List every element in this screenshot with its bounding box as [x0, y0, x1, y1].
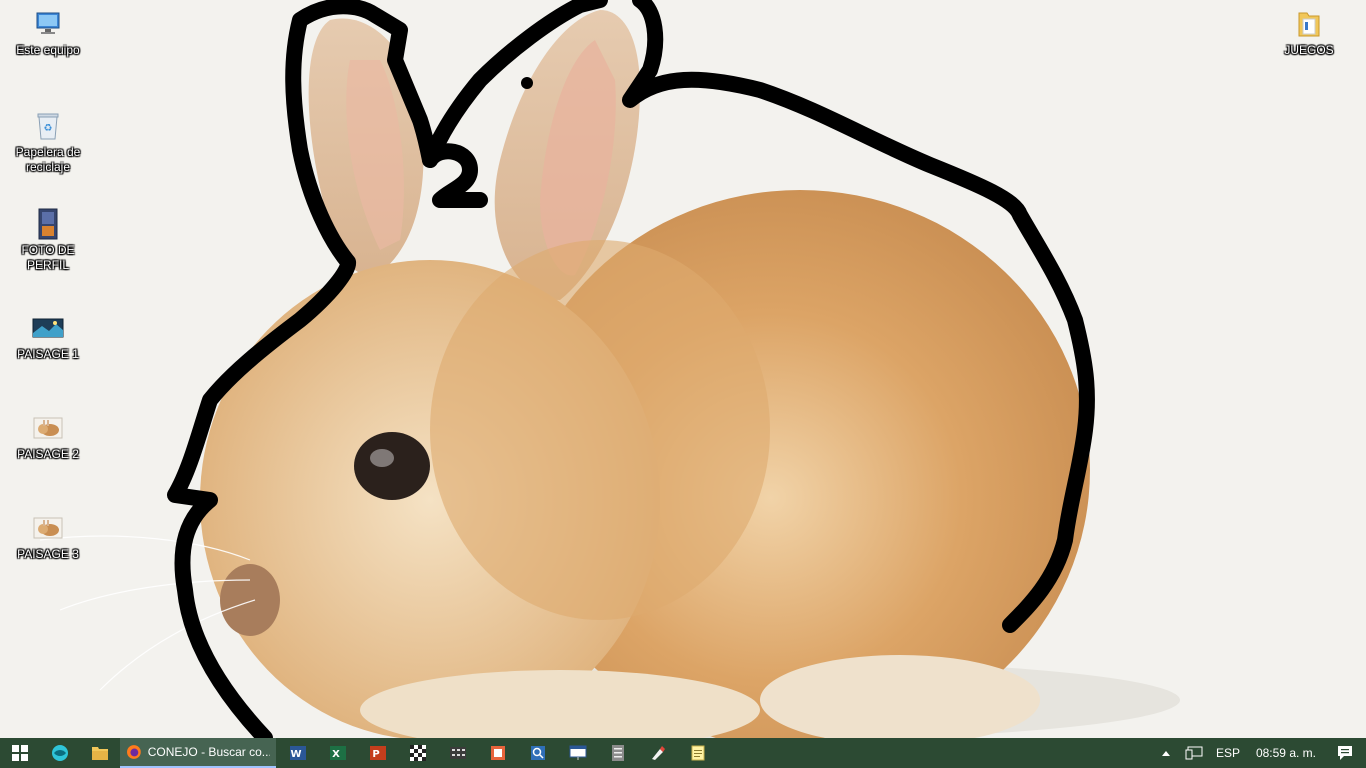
desktop-wallpaper	[0, 0, 1366, 738]
folder-icon	[92, 747, 108, 760]
desktop-icon-label: Papelera de reciclaje	[15, 145, 81, 174]
rabbit-image-icon	[32, 412, 64, 444]
files-button[interactable]	[598, 738, 638, 768]
magnifier-icon	[531, 746, 545, 760]
magnifier-button[interactable]	[518, 738, 558, 768]
word-button[interactable]: W	[278, 738, 318, 768]
file-explorer-button[interactable]	[80, 738, 120, 768]
svg-text:P: P	[372, 749, 379, 760]
presentation-icon	[569, 745, 587, 760]
globe-icon	[52, 745, 68, 761]
excel-button[interactable]: X	[318, 738, 358, 768]
desktop-icon-paisage-2[interactable]: PAISAGE 2	[2, 412, 94, 462]
desktop-icon-juegos[interactable]: JUEGOS	[1263, 8, 1355, 58]
powerpoint-button[interactable]: P	[358, 738, 398, 768]
action-center-button[interactable]	[1324, 738, 1366, 768]
desktop-icon-paisage-3[interactable]: PAISAGE 3	[2, 512, 94, 562]
excel-icon: X	[330, 746, 346, 760]
windows-logo-icon	[12, 745, 28, 761]
word-icon: W	[290, 746, 306, 760]
powerpoint-icon: P	[370, 746, 386, 760]
presentation-button[interactable]	[558, 738, 598, 768]
firefox-icon	[126, 745, 141, 759]
rabbit-image-icon	[32, 512, 64, 544]
office-icon	[491, 746, 505, 760]
desktop-icon-papelera[interactable]: ♻ Papelera de reciclaje	[2, 110, 94, 175]
recycle-bin-icon: ♻	[32, 110, 64, 142]
desktop-icon-paisage-1[interactable]: PAISAGE 1	[2, 312, 94, 362]
desktop-icon-label: PAISAGE 3	[17, 547, 79, 561]
desktop-icon-label: Este equipo	[16, 43, 80, 57]
calculator-button[interactable]	[438, 738, 478, 768]
office-button[interactable]	[478, 738, 518, 768]
svg-text:X: X	[332, 749, 340, 760]
system-tray: ESP 08:59 a. m.	[1152, 738, 1366, 768]
window-title: CONEJO - Buscar co...	[147, 745, 270, 759]
show-hidden-icons-button[interactable]	[1152, 738, 1180, 768]
clock[interactable]: 08:59 a. m.	[1248, 746, 1324, 760]
chess-button[interactable]	[398, 738, 438, 768]
files-icon	[612, 745, 624, 761]
taskbar-firefox-window[interactable]: CONEJO - Buscar co...	[120, 738, 276, 768]
taskbar: CONEJO - Buscar co... W X P ESP 08:59 a.…	[0, 738, 1366, 768]
notes-button[interactable]	[678, 738, 718, 768]
language-indicator[interactable]: ESP	[1208, 746, 1248, 760]
chess-icon	[410, 745, 426, 761]
chevron-up-icon	[1161, 751, 1170, 756]
calculator-icon	[450, 747, 466, 759]
image-file-icon	[32, 208, 64, 240]
network-button[interactable]	[1180, 738, 1208, 768]
desktop-icon-foto-de-perfil[interactable]: FOTO DE PERFIL	[2, 208, 94, 273]
svg-text:W: W	[290, 749, 301, 760]
computer-icon	[32, 8, 64, 40]
paint-icon	[652, 746, 665, 760]
browser-pinned-button[interactable]	[40, 738, 80, 768]
svg-text:♻: ♻	[44, 123, 53, 134]
desktop-icon-label: FOTO DE PERFIL	[21, 243, 75, 272]
landscape-image-icon	[32, 312, 64, 344]
notification-icon	[1338, 746, 1352, 760]
folder-icon	[1293, 8, 1325, 40]
desktop-icon-label: PAISAGE 1	[17, 347, 79, 361]
paint-button[interactable]	[638, 738, 678, 768]
desktop-icon-label: PAISAGE 2	[17, 447, 79, 461]
network-icon	[1185, 746, 1203, 760]
desktop-icon-este-equipo[interactable]: Este equipo	[2, 8, 94, 58]
notes-icon	[691, 745, 705, 761]
desktop-icon-label: JUEGOS	[1284, 43, 1334, 57]
start-button[interactable]	[0, 738, 40, 768]
